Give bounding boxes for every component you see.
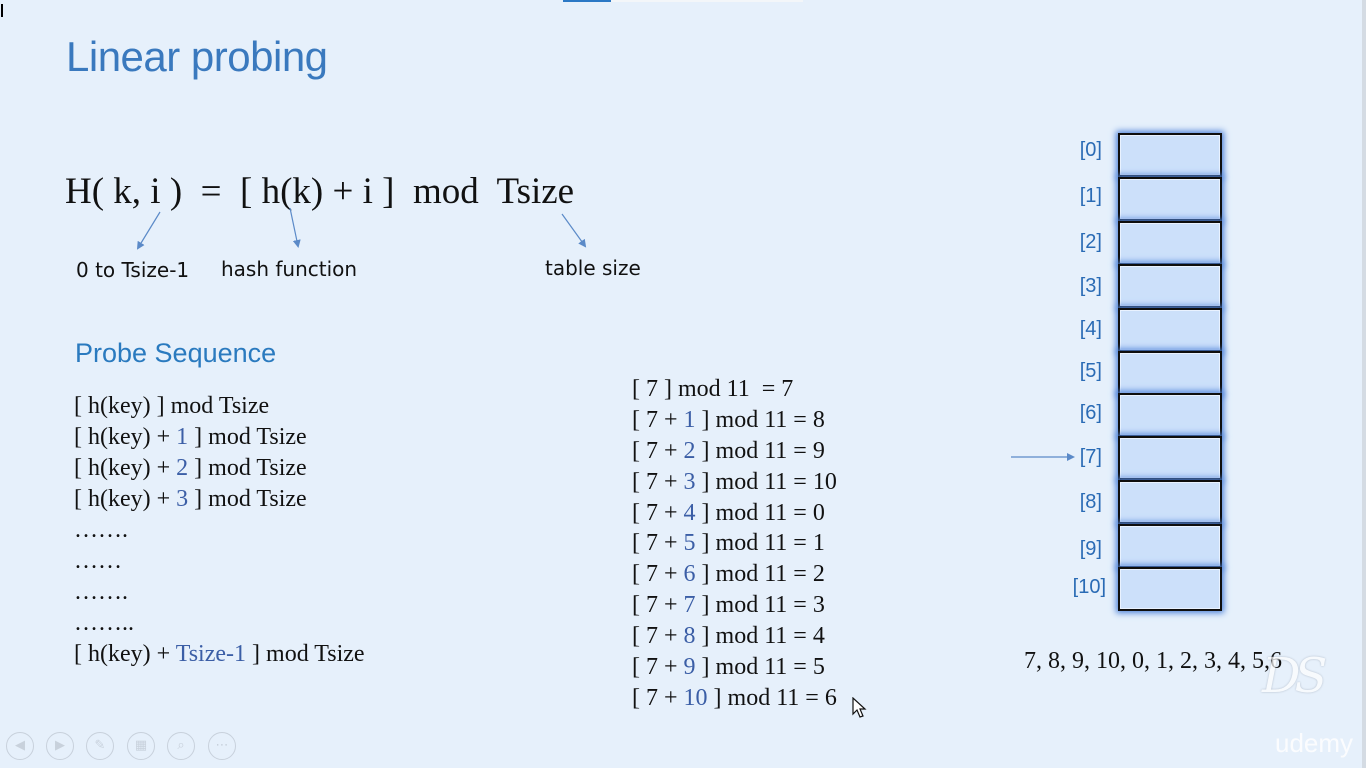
- udemy-watermark: udemy: [1275, 728, 1354, 758]
- probe-sequence-heading: Probe Sequence: [75, 338, 277, 368]
- calculation-line: [ 7 + 5 ] mod 11 = 1: [632, 530, 825, 557]
- probe-line-ellipsis: ……: [74, 548, 122, 574]
- probe-line: [ h(key) + 2 ] mod Tsize: [74, 455, 307, 481]
- table-slot: [1118, 393, 1222, 437]
- calculation-line: [ 7 + 3 ] mod 11 = 10: [632, 468, 837, 495]
- top-progress-bar: [563, 0, 803, 2]
- more-options-icon[interactable]: ⋯: [208, 732, 236, 760]
- text-cursor-mark: [1, 4, 3, 17]
- top-progress-fill: [563, 0, 611, 2]
- result-sequence: 7, 8, 9, 10, 0, 1, 2, 3, 4, 5,6: [1024, 648, 1282, 674]
- calculation-line: [ 7 + 1 ] mod 11 = 8: [632, 406, 825, 433]
- table-slot: [1118, 524, 1222, 568]
- calculation-line: [ 7 + 2 ] mod 11 = 9: [632, 437, 825, 464]
- table-index-label: [1]: [1079, 185, 1102, 207]
- zoom-icon[interactable]: ⌕: [167, 732, 195, 760]
- annotation-hash-function: hash function: [221, 257, 358, 281]
- window-right-edge: [1362, 0, 1366, 768]
- probe-line-ellipsis: …….: [74, 517, 128, 543]
- table-index-label: [9]: [1079, 538, 1102, 560]
- table-slot: [1118, 480, 1222, 524]
- probe-line-ellipsis: …….: [74, 579, 128, 605]
- calculation-line: [ 7 + 7 ] mod 11 = 3: [632, 592, 825, 619]
- table-index-label: [8]: [1079, 491, 1102, 513]
- annotation-i-range: 0 to Tsize-1: [76, 258, 190, 282]
- probe-calculation-list: [ 7 ] mod 11 = 7 [ 7 + 1 ] mod 11 = 8 [ …: [632, 374, 837, 714]
- table-index-label: [6]: [1079, 402, 1102, 424]
- probe-line: [ h(key) + 3 ] mod Tsize: [74, 486, 307, 512]
- calculation-line: [ 7 ] mod 11 = 7: [632, 376, 794, 402]
- mouse-pointer-icon: [852, 697, 867, 718]
- table-slot: [1118, 264, 1222, 308]
- table-index-label: [10]: [1072, 576, 1106, 598]
- table-index-label-pointed: [7]: [1079, 446, 1102, 468]
- table-index-label: [3]: [1079, 275, 1102, 297]
- pen-icon[interactable]: ✎: [86, 732, 114, 760]
- arrow-to-i-range: [136, 211, 161, 250]
- table-slot: [1118, 436, 1222, 480]
- previous-icon[interactable]: ◀: [6, 732, 34, 760]
- table-slot: [1118, 221, 1222, 265]
- table-slot: [1118, 177, 1222, 221]
- calculation-line: [ 7 + 4 ] mod 11 = 0: [632, 499, 825, 526]
- table-index-label: [0]: [1079, 139, 1102, 161]
- table-slot: [1118, 567, 1222, 611]
- calculation-line: [ 7 + 6 ] mod 11 = 2: [632, 561, 825, 588]
- arrow-to-hash-function: [289, 207, 301, 248]
- slides-grid-icon[interactable]: ▦: [127, 732, 155, 760]
- probe-line: [ h(key) + 1 ] mod Tsize: [74, 424, 307, 450]
- probe-sequence-list: [ h(key) ] mod Tsize [ h(key) + 1 ] mod …: [74, 391, 365, 670]
- calculation-line: [ 7 + 9 ] mod 11 = 5: [632, 654, 825, 681]
- table-slot: [1118, 351, 1222, 395]
- probe-line: [ h(key) ] mod Tsize: [74, 393, 270, 419]
- next-icon[interactable]: ▶: [46, 732, 74, 760]
- table-index-label: [4]: [1079, 318, 1102, 340]
- calculation-line: [ 7 + 10 ] mod 11 = 6: [632, 684, 837, 711]
- slide-title: Linear probing: [66, 33, 328, 80]
- table-slot: [1118, 133, 1222, 177]
- probe-line-ellipsis: ……..: [74, 610, 134, 636]
- calculation-line: [ 7 + 8 ] mod 11 = 4: [632, 623, 825, 650]
- probe-line: [ h(key) + Tsize-1 ] mod Tsize: [74, 641, 365, 667]
- table-index-label: [5]: [1079, 360, 1102, 382]
- annotation-table-size: table size: [545, 256, 641, 280]
- probing-formula: H( k, i ) = [ h(k) + i ] mod Tsize: [65, 171, 575, 212]
- arrow-to-table-size: [561, 213, 587, 248]
- ds-logo: DS: [1262, 648, 1327, 704]
- table-index-label: [2]: [1079, 231, 1102, 253]
- table-slot: [1118, 308, 1222, 352]
